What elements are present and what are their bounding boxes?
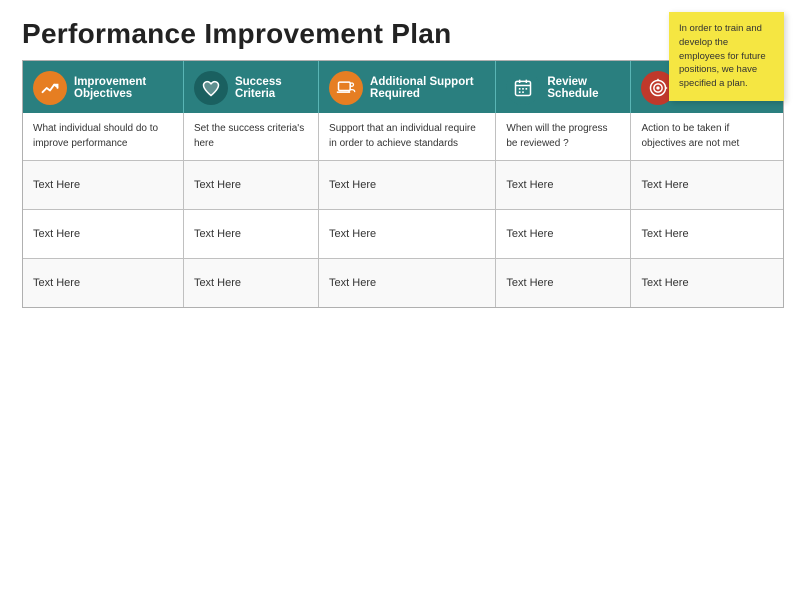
data-cell-2-4[interactable]: Text Here (496, 210, 631, 259)
desc-cell-2: Set the success criteria's here (183, 113, 318, 161)
chart-up-icon (33, 71, 67, 105)
data-cell-3-1[interactable]: Text Here (23, 259, 183, 308)
heart-hand-icon (194, 71, 228, 105)
table-row: Text HereText HereText HereText HereText… (23, 161, 783, 210)
description-row: What individual should do to improve per… (23, 113, 783, 161)
desc-cell-4: When will the progress be reviewed ? (496, 113, 631, 161)
data-cell-1-1[interactable]: Text Here (23, 161, 183, 210)
data-cell-1-4[interactable]: Text Here (496, 161, 631, 210)
data-cell-3-5[interactable]: Text Here (631, 259, 783, 308)
data-cell-1-3[interactable]: Text Here (319, 161, 496, 210)
col-header-2: Success Criteria (183, 61, 318, 113)
desc-cell-1: What individual should do to improve per… (23, 113, 183, 161)
calendar-icon (506, 71, 540, 105)
data-cell-3-4[interactable]: Text Here (496, 259, 631, 308)
data-cell-2-2[interactable]: Text Here (183, 210, 318, 259)
data-cell-1-2[interactable]: Text Here (183, 161, 318, 210)
data-cell-3-3[interactable]: Text Here (319, 259, 496, 308)
desc-cell-3: Support that an individual require in or… (319, 113, 496, 161)
desc-cell-5: Action to be taken if objectives are not… (631, 113, 783, 161)
table-row: Text HereText HereText HereText HereText… (23, 210, 783, 259)
col-header-1: Improvement Objectives (23, 61, 183, 113)
data-cell-2-3[interactable]: Text Here (319, 210, 496, 259)
page: In order to train and develop the employ… (0, 0, 806, 598)
data-cell-3-2[interactable]: Text Here (183, 259, 318, 308)
sticky-note: In order to train and develop the employ… (669, 12, 784, 101)
sticky-note-text: In order to train and develop the employ… (679, 23, 766, 89)
col-header-3: Additional Support Required (319, 61, 496, 113)
table-row: Text HereText HereText HereText HereText… (23, 259, 783, 308)
col-header-4: Review Schedule (496, 61, 631, 113)
data-cell-2-1[interactable]: Text Here (23, 210, 183, 259)
data-cell-2-5[interactable]: Text Here (631, 210, 783, 259)
data-cell-1-5[interactable]: Text Here (631, 161, 783, 210)
laptop-person-icon (329, 71, 363, 105)
